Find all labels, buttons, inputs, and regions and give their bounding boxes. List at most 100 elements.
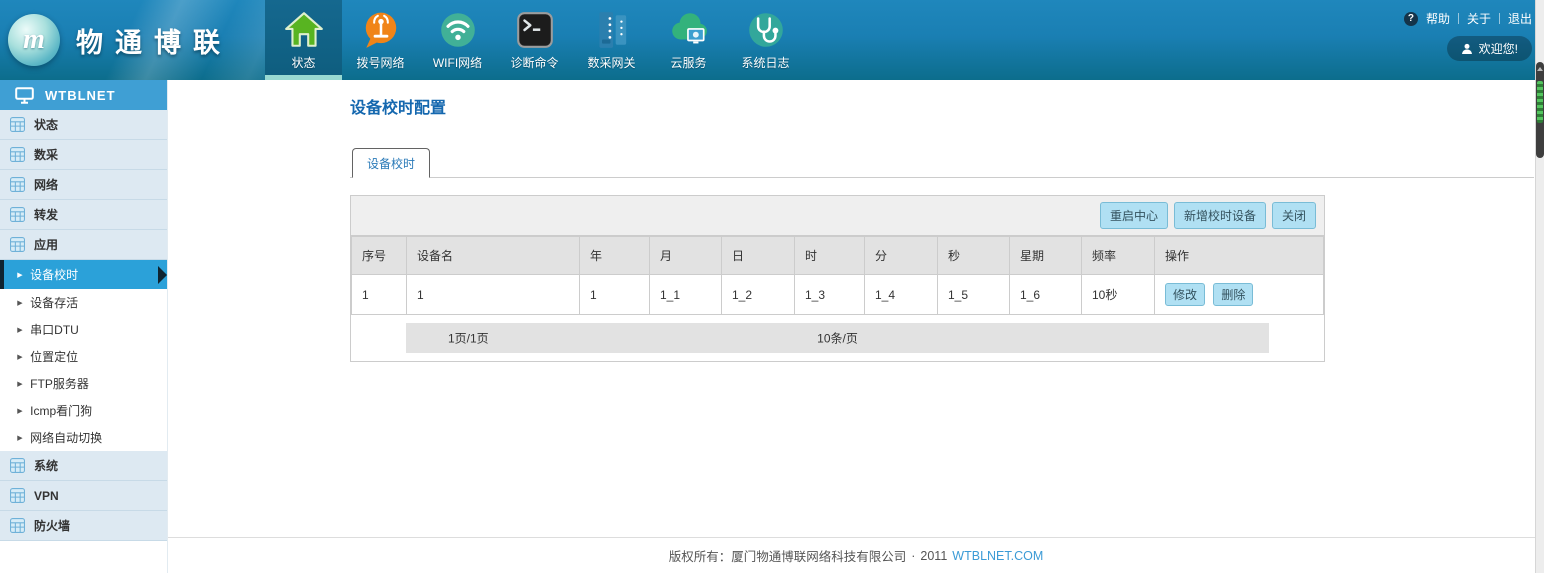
panel-toolbar: 重启中心 新增校时设备 关闭 xyxy=(351,196,1324,236)
sidebar-item-label: 状态 xyxy=(34,116,58,133)
submenu-arrow-icon: ▶ xyxy=(17,270,23,278)
sidebar-subitem-device-timing[interactable]: ▶ 设备校时 xyxy=(0,260,167,289)
sidebar-subitem-ftp-server[interactable]: ▶ FTP服务器 xyxy=(0,370,167,397)
sidebar-subitem-icmp-watchdog[interactable]: ▶ Icmp看门狗 xyxy=(0,397,167,424)
scrollbar-grip-icon xyxy=(1537,81,1543,123)
sidebar-item-firewall[interactable]: 防火墙 xyxy=(0,511,167,541)
menu-grid-icon xyxy=(10,147,25,162)
sidebar-header: WTBLNET xyxy=(0,80,167,110)
menu-grid-icon xyxy=(10,488,25,503)
submenu-arrow-icon: ▶ xyxy=(17,406,23,414)
nav-label: 数采网关 xyxy=(587,54,635,71)
sidebar-subitem-device-alive[interactable]: ▶ 设备存活 xyxy=(0,289,167,316)
sidebar-subitem-network-autoswitch[interactable]: ▶ 网络自动切换 xyxy=(0,424,167,451)
cloud-icon xyxy=(668,9,710,51)
sidebar-item-label: 应用 xyxy=(34,236,58,253)
sidebar-subitem-serial-dtu[interactable]: ▶ 串口DTU xyxy=(0,316,167,343)
top-links: ? 帮助 关于 退出 xyxy=(1404,10,1532,27)
copyright-text: 版权所有：厦门物通博联网络科技有限公司 xyxy=(669,546,907,565)
sidebar-item-data-collect[interactable]: 数采 xyxy=(0,140,167,170)
nav-item-dialup-network[interactable]: 拨号网络 xyxy=(342,0,419,80)
menu-grid-icon xyxy=(10,177,25,192)
help-icon: ? xyxy=(1404,12,1418,26)
table-header-row: 序号 设备名 年 月 日 时 分 秒 星期 频率 操作 xyxy=(352,237,1324,275)
cell-minute: 1_4 xyxy=(865,275,938,315)
menu-grid-icon xyxy=(10,458,25,473)
pagination: 1页/1页 10条/页 xyxy=(351,315,1324,361)
wifi-icon xyxy=(437,9,479,51)
dialup-network-icon xyxy=(360,9,402,51)
footer: 版权所有：厦门物通博联网络科技有限公司 · 2011 WTBLNET.COM xyxy=(168,537,1544,573)
col-header-week: 星期 xyxy=(1010,237,1082,275)
restart-center-button[interactable]: 重启中心 xyxy=(1100,202,1168,229)
sidebar-item-application[interactable]: 应用 xyxy=(0,230,167,260)
edit-button[interactable]: 修改 xyxy=(1165,283,1205,306)
nav-label: 诊断命令 xyxy=(510,54,558,71)
logout-link[interactable]: 退出 xyxy=(1508,10,1532,27)
sidebar-subitem-label: 网络自动切换 xyxy=(30,429,102,446)
help-link[interactable]: 帮助 xyxy=(1426,10,1450,27)
sidebar-subitem-label: 串口DTU xyxy=(30,321,79,338)
col-header-operation: 操作 xyxy=(1155,237,1324,275)
delete-button[interactable]: 删除 xyxy=(1213,283,1253,306)
page-info: 1页/1页 xyxy=(448,330,489,347)
col-header-minute: 分 xyxy=(865,237,938,275)
terminal-icon xyxy=(514,9,556,51)
about-link[interactable]: 关于 xyxy=(1467,10,1491,27)
sidebar: WTBLNET 状态 数采 网络 转发 应用 xyxy=(0,80,168,573)
add-timing-device-button[interactable]: 新增校时设备 xyxy=(1174,202,1266,229)
vertical-scrollbar[interactable] xyxy=(1535,0,1544,573)
col-header-year: 年 xyxy=(580,237,650,275)
nav-item-diagnostic-commands[interactable]: 诊断命令 xyxy=(496,0,573,80)
sidebar-title: WTBLNET xyxy=(45,88,116,103)
nav-label: WIFI网络 xyxy=(433,54,482,71)
submenu-arrow-icon: ▶ xyxy=(17,433,23,441)
pagination-bar: 1页/1页 10条/页 xyxy=(406,323,1269,353)
sidebar-subitem-location[interactable]: ▶ 位置定位 xyxy=(0,343,167,370)
gateway-icon xyxy=(591,9,633,51)
nav-item-status[interactable]: 状态 xyxy=(265,0,342,80)
logo-icon: m xyxy=(8,14,60,66)
sidebar-item-label: 转发 xyxy=(34,206,58,223)
nav-item-cloud-service[interactable]: 云服务 xyxy=(650,0,727,80)
cell-actions: 修改 删除 xyxy=(1155,275,1324,315)
monitor-icon xyxy=(15,87,34,104)
scrollbar-thumb[interactable] xyxy=(1536,62,1544,158)
link-separator xyxy=(1499,13,1500,24)
logo-text: 物通博联 xyxy=(76,21,232,60)
cell-seq: 1 xyxy=(352,275,407,315)
sidebar-subitem-label: 位置定位 xyxy=(30,348,78,365)
main-nav: 状态 拨号网络 WIFI网络 xyxy=(265,0,804,80)
welcome-badge[interactable]: 欢迎您! xyxy=(1447,36,1532,61)
logo-monogram: m xyxy=(23,24,45,56)
sidebar-item-network[interactable]: 网络 xyxy=(0,170,167,200)
page-title: 设备校时配置 xyxy=(168,80,1544,118)
col-header-device-name: 设备名 xyxy=(407,237,580,275)
nav-item-system-log[interactable]: 系统日志 xyxy=(727,0,804,80)
sidebar-item-status[interactable]: 状态 xyxy=(0,110,167,140)
nav-item-wifi-network[interactable]: WIFI网络 xyxy=(419,0,496,80)
tab-device-timing[interactable]: 设备校时 xyxy=(352,148,430,178)
scroll-up-arrow-icon xyxy=(1537,67,1543,71)
sidebar-subitem-label: 设备校时 xyxy=(30,266,78,283)
cell-device-name: 1 xyxy=(407,275,580,315)
sidebar-item-label: 防火墙 xyxy=(34,517,70,534)
col-header-month: 月 xyxy=(650,237,722,275)
nav-item-data-gateway[interactable]: 数采网关 xyxy=(573,0,650,80)
cell-frequency: 10秒 xyxy=(1082,275,1155,315)
sidebar-item-system[interactable]: 系统 xyxy=(0,451,167,481)
nav-label: 系统日志 xyxy=(741,54,789,71)
sidebar-item-vpn[interactable]: VPN xyxy=(0,481,167,511)
device-timing-panel: 重启中心 新增校时设备 关闭 序号 设备名 年 月 日 时 分 秒 xyxy=(350,195,1325,362)
col-header-second: 秒 xyxy=(938,237,1010,275)
app-logo: m 物通博联 xyxy=(8,0,232,80)
cell-day: 1_2 xyxy=(722,275,795,315)
wtblnet-link[interactable]: WTBLNET.COM xyxy=(952,549,1043,563)
cell-week: 1_6 xyxy=(1010,275,1082,315)
col-header-seq: 序号 xyxy=(352,237,407,275)
nav-label: 状态 xyxy=(291,54,315,71)
device-timing-table: 序号 设备名 年 月 日 时 分 秒 星期 频率 操作 1 1 1 xyxy=(351,236,1324,315)
col-header-hour: 时 xyxy=(795,237,865,275)
close-button[interactable]: 关闭 xyxy=(1272,202,1316,229)
sidebar-item-forward[interactable]: 转发 xyxy=(0,200,167,230)
